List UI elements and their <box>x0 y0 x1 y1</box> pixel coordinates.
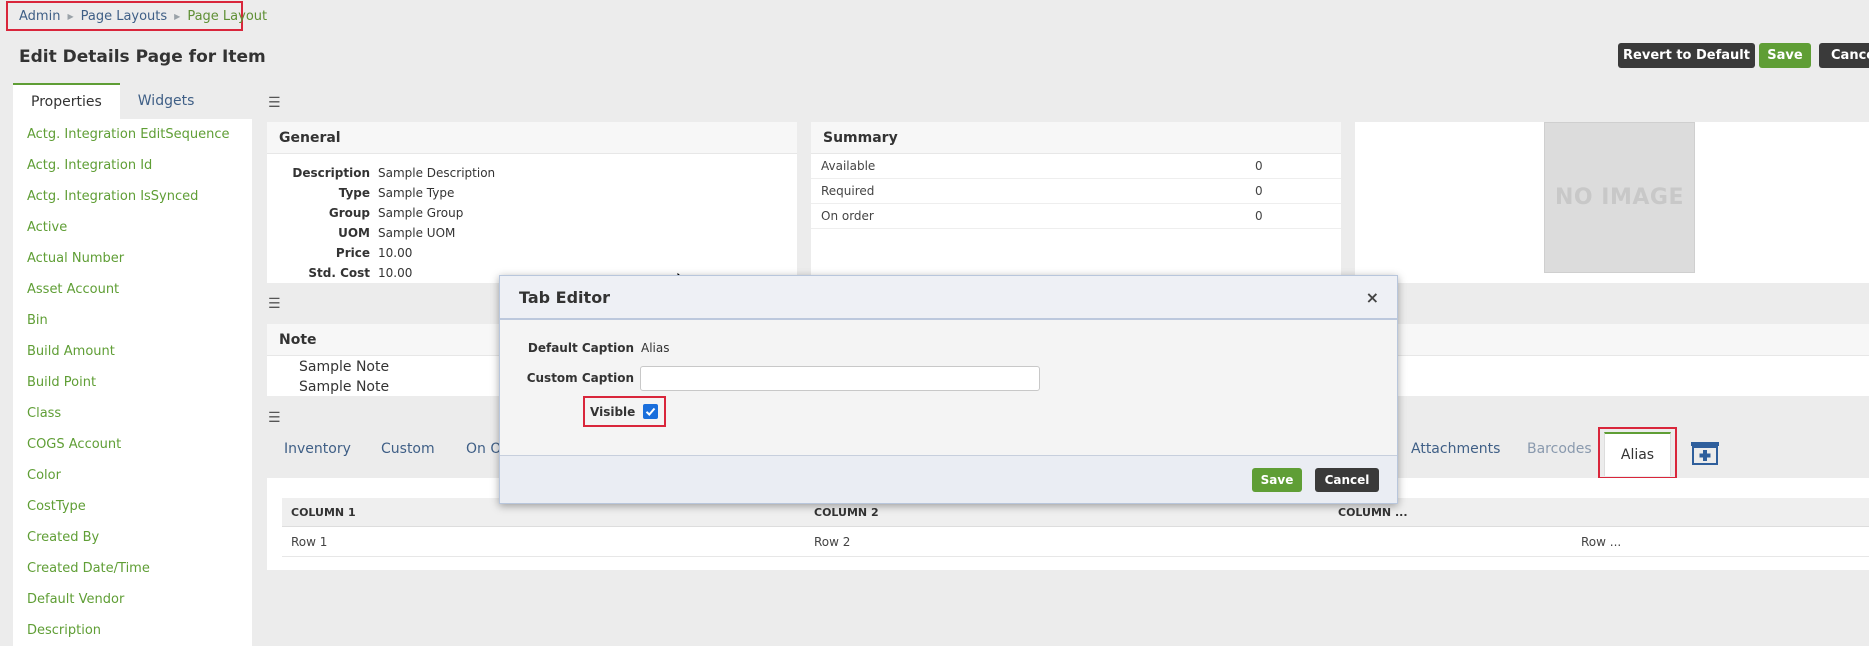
breadcrumb-page-layout: Page Layout <box>187 8 268 24</box>
property-item[interactable]: Actg. Integration Id <box>13 150 252 181</box>
tab-on-order[interactable]: On O <box>466 441 501 457</box>
tab-editor-dialog: Tab Editor × Default Caption Alias Custo… <box>499 275 1398 504</box>
tab-attachments[interactable]: Attachments <box>1411 441 1500 457</box>
grid-header-cell: COLUMN ... <box>1338 506 1408 519</box>
property-item[interactable]: CostType <box>13 491 252 522</box>
general-field: Type Sample Type <box>338 186 455 200</box>
dialog-body: Default Caption Alias Custom Caption Vis… <box>500 320 1397 455</box>
properties-list: Actg. Integration EditSequence Actg. Int… <box>13 119 252 646</box>
visible-label: Visible <box>590 405 636 419</box>
general-field: Description Sample Description <box>292 166 496 180</box>
close-icon[interactable]: × <box>1366 288 1379 307</box>
tab-inventory[interactable]: Inventory <box>284 441 351 457</box>
property-item[interactable]: Actg. Integration IsSynced <box>13 181 252 212</box>
grid-header-cell: COLUMN 1 <box>291 506 356 519</box>
default-caption-label: Default Caption <box>527 341 634 355</box>
grid-header-cell: COLUMN 2 <box>814 506 879 519</box>
property-item[interactable]: Bin <box>13 305 252 336</box>
breadcrumb-separator-icon: ▶ <box>67 11 74 21</box>
general-panel: General Description Sample Description Ty… <box>267 122 797 283</box>
left-panel-tabs: Properties Widgets <box>13 83 252 119</box>
property-item[interactable]: Actual Number <box>13 243 252 274</box>
tab-widgets[interactable]: Widgets <box>120 83 213 119</box>
property-item[interactable]: Class <box>13 398 252 429</box>
revert-to-default-button[interactable]: Revert to Default <box>1618 43 1755 68</box>
property-item[interactable]: Asset Account <box>13 274 252 305</box>
save-button[interactable]: Save <box>1759 43 1811 68</box>
property-item[interactable]: Active <box>13 212 252 243</box>
property-item[interactable]: Created By <box>13 522 252 553</box>
property-item[interactable]: Created Date/Time <box>13 553 252 584</box>
general-field: UOM Sample UOM <box>338 226 456 240</box>
tab-properties[interactable]: Properties <box>13 83 120 119</box>
summary-panel: Summary Available 0 Required 0 On order 0 <box>811 122 1341 283</box>
row-drag-handle-icon[interactable]: ☰ <box>268 411 281 425</box>
grid-cell: Row 1 <box>291 535 328 549</box>
tab-barcodes[interactable]: Barcodes <box>1527 441 1592 457</box>
breadcrumb-separator-icon: ▶ <box>174 11 181 21</box>
property-item[interactable]: Actg. Integration EditSequence <box>13 119 252 150</box>
property-item[interactable]: COGS Account <box>13 429 252 460</box>
tab-alias[interactable]: Alias <box>1604 432 1671 476</box>
visible-highlight: Visible <box>583 396 666 427</box>
grid-cell: Row 2 <box>814 535 851 549</box>
image-panel: NO IMAGE <box>1355 122 1869 283</box>
summary-row: Available 0 <box>811 154 1341 179</box>
breadcrumb: Admin ▶ Page Layouts ▶ Page Layout <box>6 1 267 31</box>
dialog-save-button[interactable]: Save <box>1252 468 1302 492</box>
no-image-placeholder: NO IMAGE <box>1544 122 1695 273</box>
tab-custom[interactable]: Custom <box>381 441 435 457</box>
visible-checkbox[interactable] <box>643 404 658 419</box>
property-item[interactable]: Default Vendor <box>13 584 252 615</box>
property-item[interactable]: Build Amount <box>13 336 252 367</box>
row-drag-handle-icon[interactable]: ☰ <box>268 297 281 311</box>
grid-row: Row 1 Row 2 Row ... <box>282 527 1869 557</box>
custom-caption-label: Custom Caption <box>526 371 634 385</box>
row-drag-handle-icon[interactable]: ☰ <box>268 96 281 110</box>
dialog-footer: Save Cancel <box>500 455 1397 503</box>
default-caption-value: Alias <box>641 341 670 355</box>
general-panel-title: General <box>267 122 797 154</box>
summary-row: On order 0 <box>811 204 1341 229</box>
cancel-button[interactable]: Cancel <box>1819 43 1869 68</box>
summary-row: Required 0 <box>811 179 1341 204</box>
summary-panel-title: Summary <box>811 122 1341 154</box>
property-item[interactable]: Color <box>13 460 252 491</box>
add-tab-icon[interactable] <box>1690 441 1720 465</box>
dialog-title: Tab Editor <box>519 287 611 307</box>
grid-cell: Row ... <box>1581 535 1622 549</box>
property-item[interactable]: Description <box>13 615 252 646</box>
breadcrumb-admin[interactable]: Admin <box>19 9 60 24</box>
page-title: Edit Details Page for Item <box>19 47 266 67</box>
custom-caption-input[interactable] <box>640 366 1040 391</box>
dialog-cancel-button[interactable]: Cancel <box>1315 468 1379 492</box>
property-item[interactable]: Build Point <box>13 367 252 398</box>
general-field: Group Sample Group <box>328 206 464 220</box>
general-field: Price 10.00 <box>335 246 413 260</box>
breadcrumb-page-layouts[interactable]: Page Layouts <box>81 9 168 24</box>
dialog-header: Tab Editor × <box>500 276 1397 320</box>
alias-tab-highlight: Alias <box>1598 427 1677 479</box>
